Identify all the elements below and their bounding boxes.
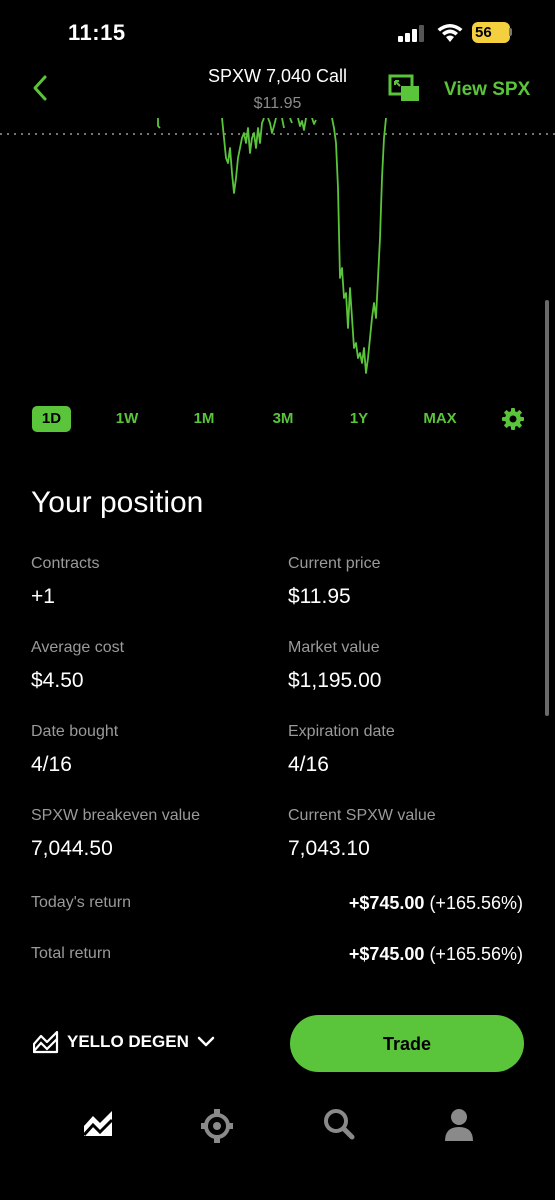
total-return-amount: +$745.00 <box>348 944 425 964</box>
expiration-date-label: Expiration date <box>288 723 395 740</box>
market-value-value: $1,195.00 <box>288 669 382 692</box>
todays-return-label: Today's return <box>31 894 131 911</box>
account-selector[interactable]: YELLO DEGEN <box>33 1030 215 1054</box>
breakeven-label: SPXW breakeven value <box>31 807 200 824</box>
average-cost-value: $4.50 <box>31 669 84 692</box>
date-bought-label: Date bought <box>31 723 119 740</box>
status-time: 11:15 <box>68 20 126 45</box>
current-price-label: Current price <box>288 555 381 572</box>
nav-account-icon[interactable] <box>444 1108 474 1142</box>
nav-investing-chart-icon[interactable] <box>82 1108 114 1138</box>
signal-icon <box>398 24 428 42</box>
price-line <box>157 118 387 374</box>
chevron-down-icon <box>197 1036 215 1047</box>
range-tab-1d[interactable]: 1D <box>32 406 71 432</box>
view-spx-link[interactable]: View SPX <box>444 79 530 101</box>
todays-return-percent: (+165.56%) <box>429 893 523 913</box>
gear-icon[interactable] <box>501 407 525 431</box>
wifi-icon <box>437 24 463 42</box>
trade-button[interactable]: Trade <box>290 1015 524 1072</box>
scrollbar[interactable] <box>545 300 549 716</box>
position-title: Your position <box>31 486 204 519</box>
todays-return-value: +$745.00 (+165.56%) <box>349 893 523 914</box>
total-return-value: +$745.00 (+165.56%) <box>349 944 523 965</box>
chart-icon <box>33 1030 59 1054</box>
contracts-value: +1 <box>31 585 55 608</box>
market-value-label: Market value <box>288 639 380 656</box>
current-spxw-value: 7,043.10 <box>288 837 370 860</box>
expiration-date-value: 4/16 <box>288 753 329 776</box>
current-spxw-label: Current SPXW value <box>288 807 436 824</box>
pip-icon[interactable] <box>388 74 422 104</box>
current-price-value: $11.95 <box>288 585 351 608</box>
total-return-percent: (+165.56%) <box>429 944 523 964</box>
todays-return-amount: +$745.00 <box>348 893 425 913</box>
battery-tip <box>509 28 512 36</box>
range-tab-1m[interactable]: 1M <box>186 406 222 432</box>
contracts-label: Contracts <box>31 555 100 572</box>
price-chart[interactable] <box>0 118 555 378</box>
average-cost-label: Average cost <box>31 639 125 656</box>
battery-icon: 56 <box>472 22 510 43</box>
breakeven-value: 7,044.50 <box>31 837 113 860</box>
range-tab-max[interactable]: MAX <box>418 406 462 432</box>
range-tab-3m[interactable]: 3M <box>264 406 302 432</box>
range-tab-1y[interactable]: 1Y <box>343 406 375 432</box>
total-return-label: Total return <box>31 945 112 962</box>
range-tab-1w[interactable]: 1W <box>108 406 146 432</box>
account-name: YELLO DEGEN <box>67 1032 189 1051</box>
nav-search-icon[interactable] <box>323 1108 355 1140</box>
date-bought-value: 4/16 <box>31 753 72 776</box>
nav-browse-icon[interactable] <box>201 1108 233 1144</box>
